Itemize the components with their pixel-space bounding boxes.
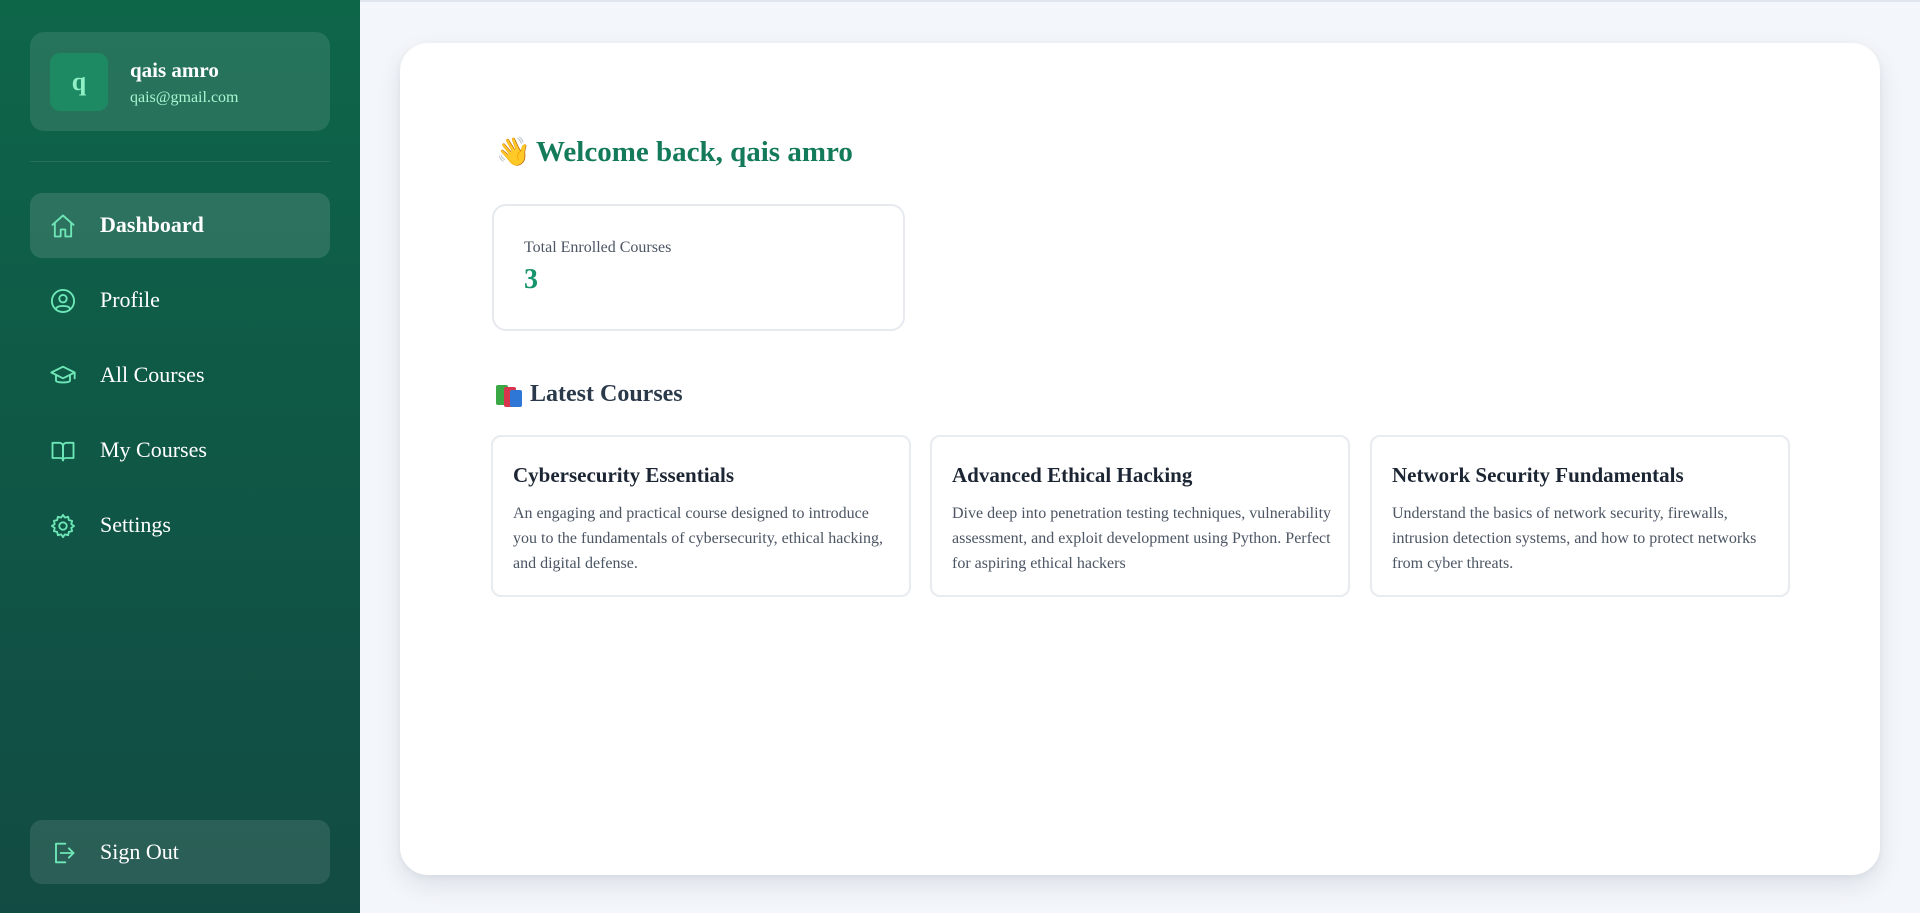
course-title: Cybersecurity Essentials (513, 463, 735, 487)
sign-out-button[interactable]: Sign Out (30, 820, 330, 884)
sidebar-item-label: My Courses (100, 437, 207, 462)
sidebar-divider (30, 161, 330, 162)
course-description: Understand the basics of network securit… (1392, 505, 1757, 572)
gear-icon (49, 512, 77, 540)
course-card-network-security-fundamentals[interactable]: Network Security Fundamentals Understand… (1370, 435, 1790, 597)
sidebar-item-my-courses[interactable]: My Courses (30, 418, 330, 483)
sidebar-item-settings[interactable]: Settings (30, 493, 330, 558)
sign-out-icon (49, 839, 77, 867)
sidebar-item-label: All Courses (100, 362, 205, 387)
sidebar-item-label: Settings (100, 512, 171, 537)
avatar: q (50, 53, 108, 111)
sidebar-item-dashboard[interactable]: Dashboard (30, 193, 330, 258)
sidebar-item-all-courses[interactable]: All Courses (30, 343, 330, 408)
user-card: q qais amro qais@gmail.com (30, 32, 330, 131)
enrolled-courses-stat: Total Enrolled Courses 3 (492, 204, 905, 331)
course-card-cybersecurity-essentials[interactable]: Cybersecurity Essentials An engaging and… (491, 435, 911, 597)
user-circle-icon (49, 287, 77, 315)
stat-value: 3 (524, 264, 538, 295)
course-description: Dive deep into penetration testing techn… (952, 505, 1332, 572)
course-title: Network Security Fundamentals (1392, 463, 1684, 487)
main-content: 👋 Welcome back, qais amro Total Enrolled… (400, 43, 1880, 875)
sidebar-item-label: Dashboard (100, 212, 204, 237)
home-icon (49, 212, 77, 240)
sign-out-label: Sign Out (100, 839, 179, 864)
sidebar: q qais amro qais@gmail.com Dashboard Pro… (0, 0, 360, 913)
course-description: An engaging and practical course designe… (513, 505, 883, 572)
course-card-advanced-ethical-hacking[interactable]: Advanced Ethical Hacking Dive deep into … (930, 435, 1350, 597)
latest-courses-title: Latest Courses (530, 381, 683, 407)
book-open-icon (49, 437, 77, 465)
graduation-cap-icon (49, 362, 77, 390)
user-email: qais@gmail.com (130, 89, 239, 106)
books-icon (496, 383, 524, 407)
welcome-heading: 👋 Welcome back, qais amro (496, 135, 853, 169)
app-root: q qais amro qais@gmail.com Dashboard Pro… (0, 0, 1920, 913)
welcome-text: Welcome back, qais amro (536, 135, 853, 168)
sidebar-item-label: Profile (100, 287, 160, 312)
waving-hand-icon: 👋 (496, 137, 531, 168)
stat-label: Total Enrolled Courses (524, 239, 672, 256)
course-title: Advanced Ethical Hacking (952, 463, 1193, 487)
sidebar-item-profile[interactable]: Profile (30, 268, 330, 333)
latest-courses-heading: Latest Courses (496, 381, 683, 408)
user-name: qais amro (130, 58, 219, 82)
